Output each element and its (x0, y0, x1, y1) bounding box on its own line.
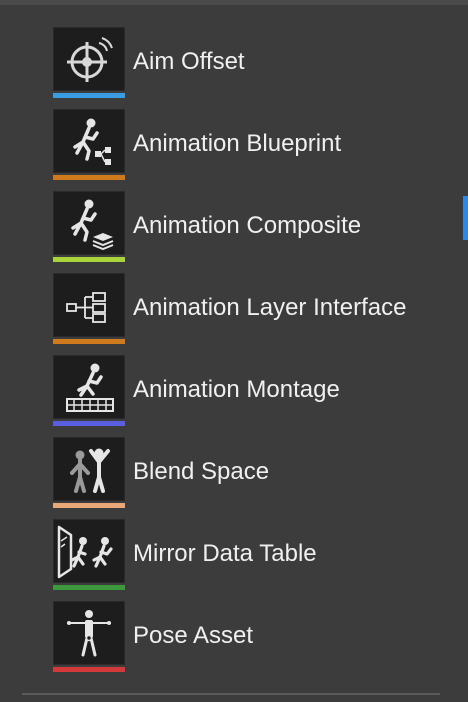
category-color-bar (53, 93, 125, 98)
menu-divider (22, 693, 440, 695)
category-color-bar (53, 585, 125, 590)
menu-item-animation-blueprint[interactable]: Animation Blueprint (0, 104, 460, 186)
menu-item-aim-offset[interactable]: Aim Offset (0, 22, 460, 104)
category-color-bar (53, 257, 125, 262)
asset-list: Aim Offset Animation Blueprint Animation… (0, 22, 460, 678)
menu-item-label: Animation Composite (133, 212, 362, 239)
animation-blueprint-icon (73, 118, 111, 165)
asset-thumbnail (53, 601, 125, 673)
pose-asset-icon (67, 610, 111, 657)
menu-item-label: Blend Space (133, 458, 270, 485)
blend-space-icon (70, 448, 110, 493)
category-color-bar (53, 503, 125, 508)
asset-thumbnail (53, 519, 125, 591)
menu-item-label: Pose Asset (133, 622, 254, 649)
mirror-data-table-icon (57, 525, 113, 579)
scrollbar-thumb[interactable] (463, 196, 468, 240)
menu-item-animation-composite[interactable]: Animation Composite (0, 186, 460, 268)
animation-layer-interface-icon (66, 292, 106, 323)
asset-thumbnail (53, 27, 125, 99)
category-color-bar (53, 421, 125, 426)
animation-montage-icon (66, 363, 114, 412)
animation-composite-icon (71, 199, 114, 251)
menu-item-animation-layer-interface[interactable]: Animation Layer Interface (0, 268, 460, 350)
menu-item-pose-asset[interactable]: Pose Asset (0, 596, 460, 678)
asset-thumbnail (53, 109, 125, 181)
asset-thumbnail (53, 273, 125, 345)
asset-type-menu: Aim Offset Animation Blueprint Animation… (0, 0, 468, 702)
asset-thumbnail (53, 437, 125, 509)
menu-item-label: Animation Montage (133, 376, 340, 403)
menu-item-label: Animation Blueprint (133, 130, 342, 157)
menu-top-edge (0, 0, 468, 5)
category-color-bar (53, 667, 125, 672)
menu-item-blend-space[interactable]: Blend Space (0, 432, 460, 514)
menu-item-label: Animation Layer Interface (133, 294, 407, 321)
asset-thumbnail (53, 355, 125, 427)
category-color-bar (53, 175, 125, 180)
category-color-bar (53, 339, 125, 344)
aim-offset-icon (67, 37, 113, 82)
menu-item-animation-montage[interactable]: Animation Montage (0, 350, 460, 432)
asset-thumbnail (53, 191, 125, 263)
menu-item-label: Mirror Data Table (133, 540, 317, 567)
menu-item-label: Aim Offset (133, 48, 245, 75)
menu-item-mirror-data-table[interactable]: Mirror Data Table (0, 514, 460, 596)
